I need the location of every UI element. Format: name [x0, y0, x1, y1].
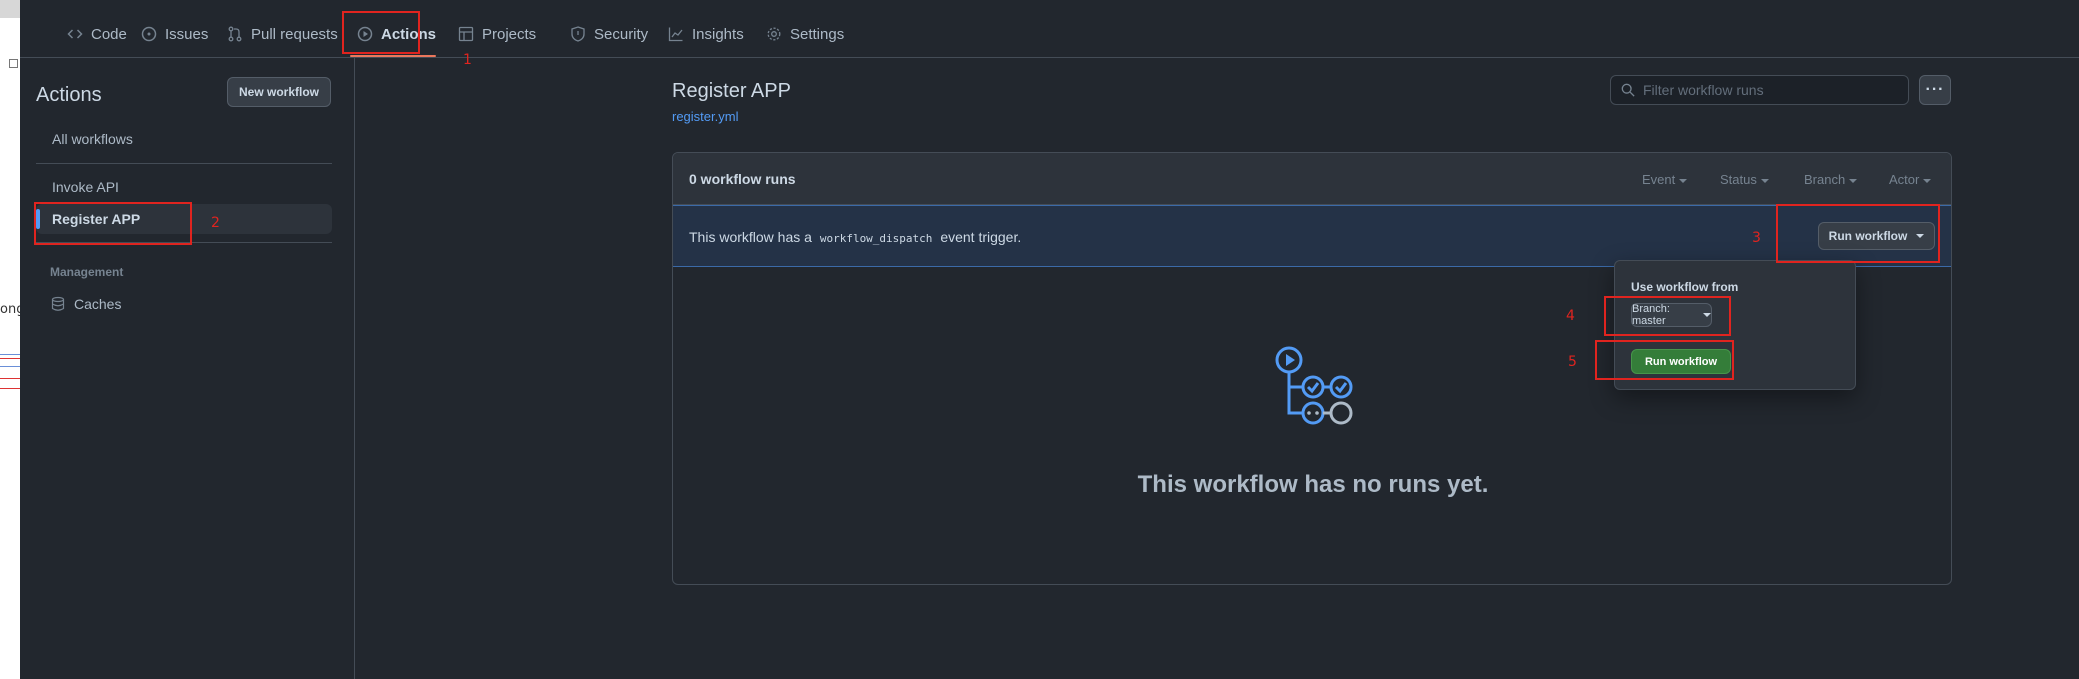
annotation-number: 5 — [1568, 354, 1577, 370]
use-workflow-from-label: Use workflow from — [1631, 280, 1739, 294]
active-tab-underline — [350, 55, 436, 57]
workflow-file-link[interactable]: register.yml — [672, 109, 738, 124]
annotation-number: 3 — [1752, 230, 1761, 246]
sidebar-item-invoke-api[interactable]: Invoke API — [36, 172, 332, 202]
tab-settings[interactable]: Settings — [758, 14, 852, 54]
graph-icon — [668, 26, 684, 42]
tab-code[interactable]: Code — [59, 14, 135, 54]
issue-opened-icon — [141, 26, 157, 42]
filter-label: Branch — [1804, 172, 1846, 187]
tab-security[interactable]: Security — [562, 14, 656, 54]
actions-sidebar: Actions New workflow All workflows Invok… — [20, 58, 355, 679]
sidebar-divider — [36, 163, 332, 164]
tab-label: Settings — [790, 25, 845, 43]
background-window-sliver: ong — [0, 0, 20, 679]
sidebar-item-all-workflows[interactable]: All workflows — [36, 124, 332, 154]
background-window-checkbox — [9, 59, 18, 68]
git-pull-request-icon — [227, 26, 243, 42]
annotation-number: 2 — [211, 215, 220, 231]
gear-icon — [766, 26, 782, 42]
caret-down-icon — [1849, 178, 1858, 183]
shield-icon — [570, 26, 586, 42]
background-window-titlebar — [0, 0, 20, 18]
tab-pull-requests[interactable]: Pull requests — [219, 14, 346, 54]
search-icon — [1621, 83, 1635, 97]
background-window-text: ong — [0, 302, 20, 317]
event-filter-dropdown[interactable]: Event — [1642, 172, 1688, 187]
annotation-box-3 — [1776, 204, 1940, 263]
annotation-number: 4 — [1566, 308, 1575, 324]
background-window-line — [0, 388, 20, 389]
annotation-box-2 — [34, 202, 192, 245]
tab-label: Issues — [165, 25, 209, 43]
tab-label: Pull requests — [251, 25, 338, 43]
background-window-line — [0, 354, 20, 355]
dispatch-message: This workflow has a workflow_dispatch ev… — [689, 229, 1021, 245]
sidebar-title: Actions — [36, 84, 102, 106]
caret-down-icon — [1760, 178, 1769, 183]
tab-label: Projects — [482, 25, 537, 43]
workflow-title: Register APP — [672, 80, 791, 102]
management-heading: Management — [50, 265, 124, 279]
actor-filter-dropdown[interactable]: Actor — [1889, 172, 1932, 187]
sidebar-item-label: Caches — [74, 296, 122, 312]
filter-label: Status — [1720, 172, 1757, 187]
runs-header: 0 workflow runs Event Status Branch Acto… — [673, 153, 1951, 205]
dispatch-code: workflow_dispatch — [819, 232, 933, 245]
filter-label: Actor — [1889, 172, 1920, 187]
filter-workflow-runs-input[interactable]: Filter workflow runs — [1610, 75, 1909, 105]
background-window-line — [0, 366, 20, 367]
sidebar-item-caches[interactable]: Caches — [36, 289, 332, 319]
new-workflow-button[interactable]: New workflow — [227, 77, 331, 107]
tab-issues[interactable]: Issues — [133, 14, 216, 54]
background-window-line — [0, 378, 20, 379]
filter-placeholder: Filter workflow runs — [1643, 82, 1764, 98]
annotation-box-4 — [1604, 296, 1731, 336]
tab-insights[interactable]: Insights — [660, 14, 752, 54]
annotation-box-1 — [342, 11, 420, 54]
tab-projects[interactable]: Projects — [450, 14, 544, 54]
database-icon — [50, 296, 66, 312]
repo-nav: Code Issues Pull requests Actions Projec… — [20, 0, 2079, 58]
branch-filter-dropdown[interactable]: Branch — [1804, 172, 1858, 187]
tab-label: Security — [594, 25, 649, 43]
github-actions-page: Code Issues Pull requests Actions Projec… — [20, 0, 2079, 679]
filter-label: Event — [1642, 172, 1676, 187]
empty-state-message: This workflow has no runs yet. — [1137, 471, 1489, 498]
code-icon — [67, 26, 83, 42]
sidebar-item-label: Invoke API — [52, 179, 119, 195]
more-options-button[interactable]: ··· — [1919, 75, 1951, 105]
annotation-number: 1 — [463, 52, 472, 68]
background-window-line — [0, 358, 20, 359]
dispatch-suffix: event trigger. — [940, 229, 1022, 245]
caret-down-icon — [1923, 178, 1932, 183]
tab-label: Insights — [692, 25, 744, 43]
sidebar-item-label: All workflows — [52, 131, 133, 147]
table-icon — [458, 26, 474, 42]
workflow-graph-icon — [1275, 346, 1353, 425]
caret-down-icon — [1679, 178, 1688, 183]
status-filter-dropdown[interactable]: Status — [1720, 172, 1769, 187]
runs-count: 0 workflow runs — [689, 171, 796, 187]
annotation-box-5 — [1595, 340, 1734, 380]
dispatch-prefix: This workflow has a — [689, 229, 812, 245]
tab-label: Code — [91, 25, 127, 43]
